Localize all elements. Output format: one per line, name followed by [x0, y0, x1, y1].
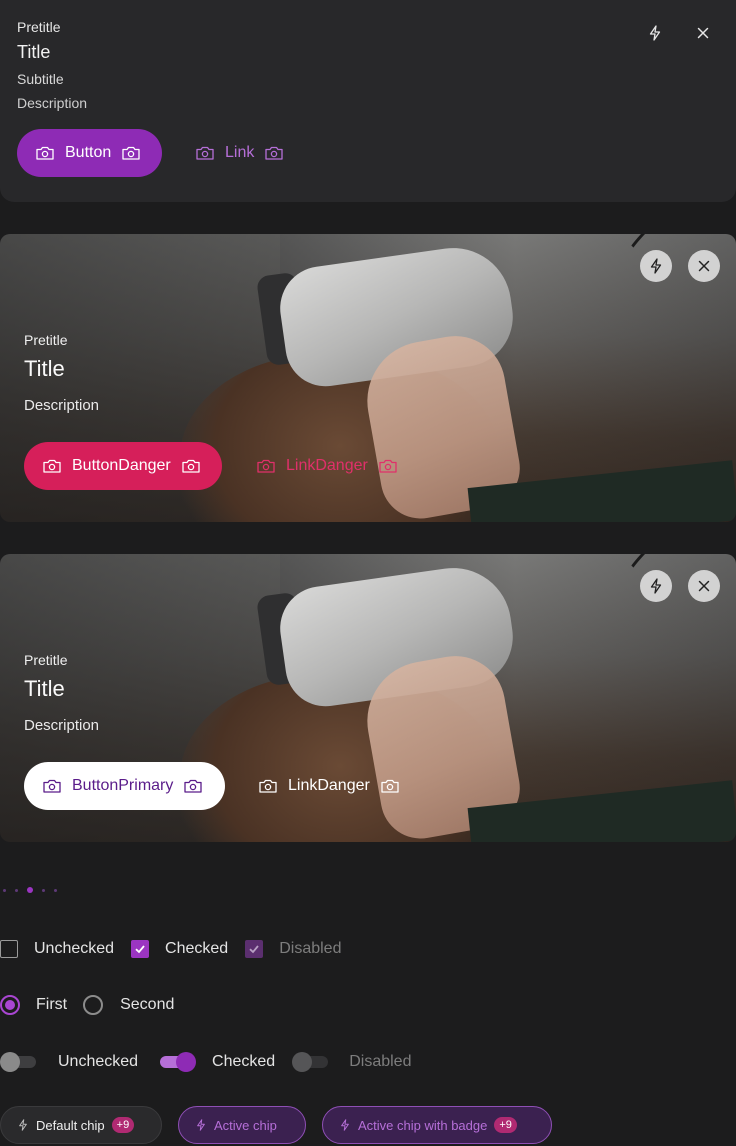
checkbox-label: Checked [165, 940, 229, 957]
checkbox-unchecked[interactable] [0, 940, 18, 958]
camera-icon [36, 146, 54, 160]
lightning-icon[interactable] [640, 250, 672, 282]
radio-label: Second [120, 996, 175, 1013]
hero-description: Description [24, 717, 100, 734]
pagination-dot[interactable] [54, 888, 57, 892]
pagination-dot[interactable] [3, 888, 6, 892]
hero-description: Description [24, 397, 100, 414]
close-icon[interactable] [688, 250, 720, 282]
checkbox-label: Unchecked [34, 940, 115, 957]
toggle-off[interactable] [0, 1052, 38, 1072]
close-icon[interactable] [688, 570, 720, 602]
hero-pretitle: Pretitle [24, 332, 68, 348]
checkbox-row: Unchecked Checked Disabled [0, 940, 341, 958]
toggle-row: Unchecked Checked Disabled [0, 1052, 411, 1072]
hero-card-danger: Pretitle Title Description ButtonDanger … [0, 234, 736, 522]
button-label: Button [65, 144, 112, 161]
chip-active[interactable]: Active chip [178, 1106, 306, 1144]
card-pretitle: Pretitle [17, 19, 61, 35]
chip-label: Active chip with badge [358, 1117, 488, 1133]
card-subtitle: Subtitle [17, 71, 64, 87]
checkbox-disabled [245, 940, 264, 958]
radio-label: First [36, 996, 68, 1013]
checkbox-checked[interactable] [131, 940, 150, 958]
pagination-dot-active[interactable] [27, 887, 33, 893]
hero-title: Title [24, 356, 65, 381]
camera-icon [184, 779, 203, 793]
hero-title: Title [24, 676, 65, 701]
radio-selected[interactable] [0, 995, 20, 1015]
link-button[interactable]: LinkDanger [258, 762, 400, 810]
chip-default[interactable]: Default chip +9 [0, 1106, 162, 1144]
lightning-icon [19, 1119, 27, 1131]
button-label: ButtonPrimary [72, 777, 174, 794]
camera-icon [122, 146, 140, 160]
camera-icon [259, 779, 277, 793]
toggle-label: Disabled [349, 1053, 412, 1070]
radio-unselected[interactable] [83, 995, 104, 1015]
hero-pretitle: Pretitle [24, 652, 68, 668]
card-description: Description [17, 95, 88, 111]
camera-icon [43, 459, 61, 473]
link-button[interactable]: Link [195, 129, 284, 177]
close-icon[interactable] [687, 17, 719, 49]
pagination-dot[interactable] [15, 888, 18, 892]
link-label: LinkDanger [288, 777, 370, 794]
checkbox-label: Disabled [279, 940, 342, 957]
checkmark-icon [249, 945, 259, 954]
chip-active-with-badge[interactable]: Active chip with badge +9 [322, 1106, 552, 1144]
camera-icon [381, 779, 399, 793]
toggle-label: Unchecked [58, 1053, 139, 1070]
camera-icon [196, 146, 214, 160]
danger-link[interactable]: LinkDanger [256, 442, 398, 490]
lightning-icon [341, 1119, 349, 1131]
chip-badge: +9 [111, 1117, 135, 1133]
chip-label: Default chip [36, 1117, 105, 1133]
camera-icon [265, 146, 284, 160]
button-label: ButtonDanger [72, 457, 171, 474]
toggle-label: Checked [212, 1053, 276, 1070]
chip-badge: +9 [494, 1117, 517, 1133]
lightning-icon[interactable] [640, 570, 672, 602]
hero-card-primary: Pretitle Title Description ButtonPrimary… [0, 554, 736, 842]
danger-button[interactable]: ButtonDanger [24, 442, 222, 490]
pagination-dots[interactable] [0, 884, 63, 896]
camera-icon [257, 459, 275, 473]
lightning-icon [197, 1119, 205, 1131]
toggle-disabled [292, 1052, 330, 1072]
toggle-on[interactable] [158, 1052, 197, 1072]
card-title: Title [17, 42, 51, 62]
pagination-dot[interactable] [42, 888, 45, 892]
link-label: Link [225, 144, 255, 161]
radio-row: First Second [0, 995, 174, 1015]
primary-button[interactable]: Button [17, 129, 162, 177]
camera-icon [43, 779, 61, 793]
info-card: Pretitle Title Subtitle Description Butt… [0, 0, 736, 202]
primary-button[interactable]: ButtonPrimary [24, 762, 225, 810]
camera-icon [182, 459, 200, 473]
link-label: LinkDanger [286, 457, 368, 474]
checkmark-icon [135, 945, 145, 954]
camera-icon [379, 459, 397, 473]
lightning-icon[interactable] [639, 17, 671, 49]
chip-label: Active chip [214, 1117, 277, 1133]
